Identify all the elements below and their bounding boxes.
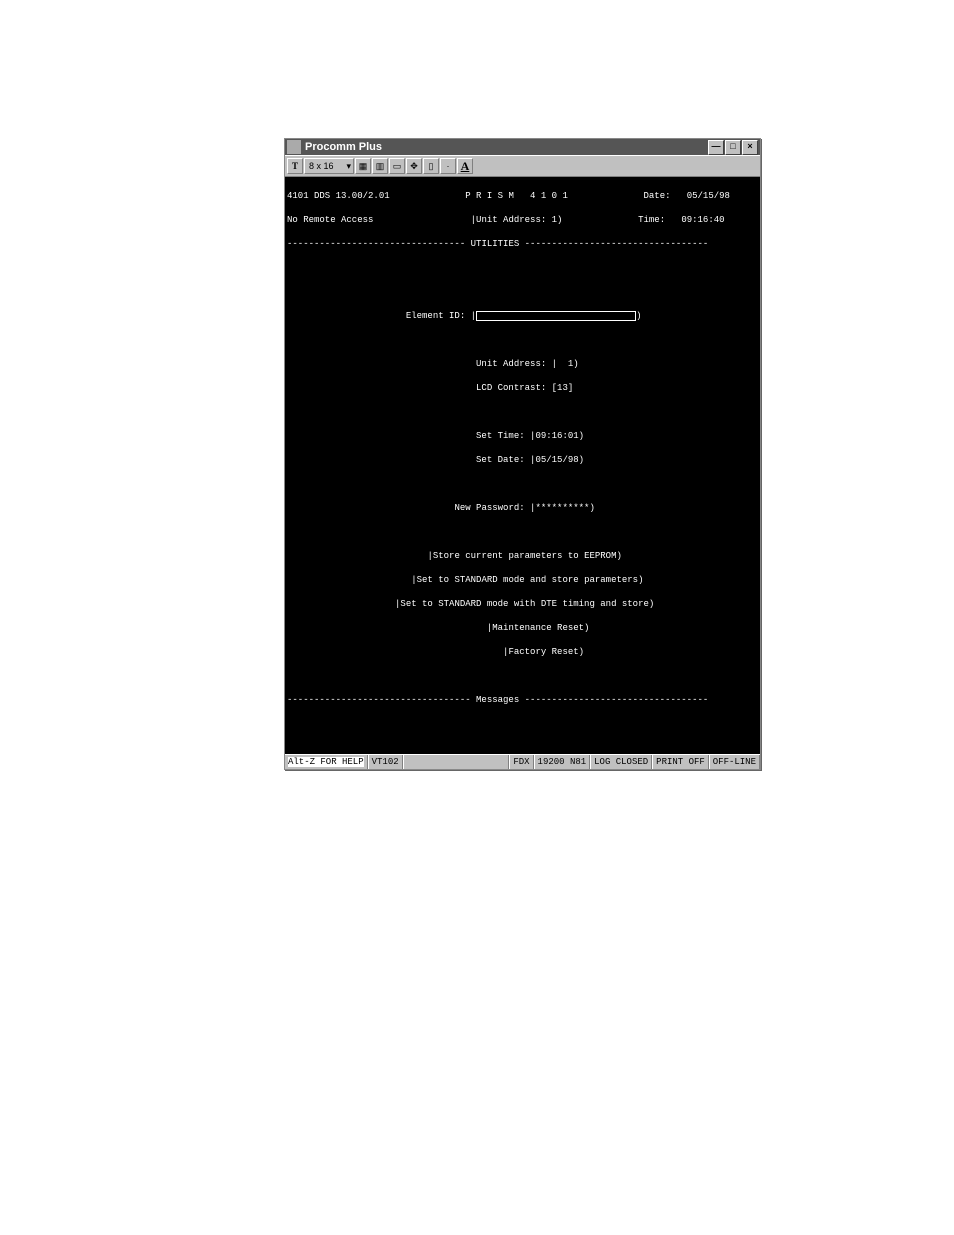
action-store-eeprom[interactable]: |Store current parameters to EEPROM) [427,551,621,561]
action-factory-reset[interactable]: |Factory Reset) [503,647,584,657]
app-banner: P R I S M 4 1 0 1 [465,191,568,201]
procomm-window: Procomm Plus — □ × T 8 x 16 ▾ ▦ ▥ ▭ ✥ ▯ … [284,138,761,770]
font-size-dropdown[interactable]: 8 x 16 ▾ [304,158,354,174]
help-hint: Alt-Z FOR HELP [285,755,368,769]
element-id-cursor[interactable] [476,311,636,321]
set-date-field[interactable]: Set Date: |05/15/98) [476,455,584,465]
maximize-button[interactable]: □ [725,140,741,155]
tt-icon[interactable]: T [287,158,303,174]
action-maintenance-reset[interactable]: |Maintenance Reset) [487,623,590,633]
unit-address-field[interactable]: Unit Address: | 1) [476,359,579,369]
arrows-icon[interactable]: ✥ [406,158,422,174]
titlebar[interactable]: Procomm Plus — □ × [285,139,760,155]
access-status: No Remote Access [287,215,373,225]
section-utilities: UTILITIES [471,239,520,249]
grid2-icon[interactable]: ▥ [372,158,388,174]
close-button[interactable]: × [742,140,758,155]
terminal-type: VT102 [368,755,403,769]
element-id-close: ) [636,311,641,321]
device-id: 4101 DDS 13.00/2.01 [287,191,390,201]
port-settings: 19200 N81 [534,755,591,769]
clipboard-icon[interactable]: ▯ [423,158,439,174]
page-icon[interactable]: ▭ [389,158,405,174]
font-style-button[interactable]: A [457,158,473,174]
log-status: LOG CLOSED [590,755,652,769]
spark-icon[interactable]: · [440,158,456,174]
duplex-mode: FDX [509,755,533,769]
status-bar: Alt-Z FOR HELP VT102 FDX 19200 N81 LOG C… [285,754,760,769]
new-password-field[interactable]: New Password: |**********) [454,503,594,513]
app-icon [287,140,301,154]
minimize-button[interactable]: — [708,140,724,155]
date-value: 05/15/98 [687,191,730,201]
lcd-contrast-field[interactable]: LCD Contrast: [13] [476,383,573,393]
date-label: Date: [644,191,671,201]
terminal-screen[interactable]: 4101 DDS 13.00/2.01 P R I S M 4 1 0 1 Da… [285,177,760,754]
set-time-field[interactable]: Set Time: |09:16:01) [476,431,584,441]
line-status: OFF-LINE [709,755,760,769]
action-standard-store[interactable]: |Set to STANDARD mode and store paramete… [411,575,643,585]
print-status: PRINT OFF [652,755,709,769]
time-label: Time: [638,215,665,225]
font-size-label: 8 x 16 [309,161,334,171]
action-standard-dte[interactable]: |Set to STANDARD mode with DTE timing an… [395,599,654,609]
grid1-icon[interactable]: ▦ [355,158,371,174]
window-title: Procomm Plus [305,141,382,153]
toolbar: T 8 x 16 ▾ ▦ ▥ ▭ ✥ ▯ · A [285,155,760,177]
section-messages: Messages [476,695,519,705]
time-value: 09:16:40 [681,215,724,225]
element-id-label: Element ID: [406,311,465,321]
unit-address-hdr[interactable]: |Unit Address: 1) [471,215,563,225]
